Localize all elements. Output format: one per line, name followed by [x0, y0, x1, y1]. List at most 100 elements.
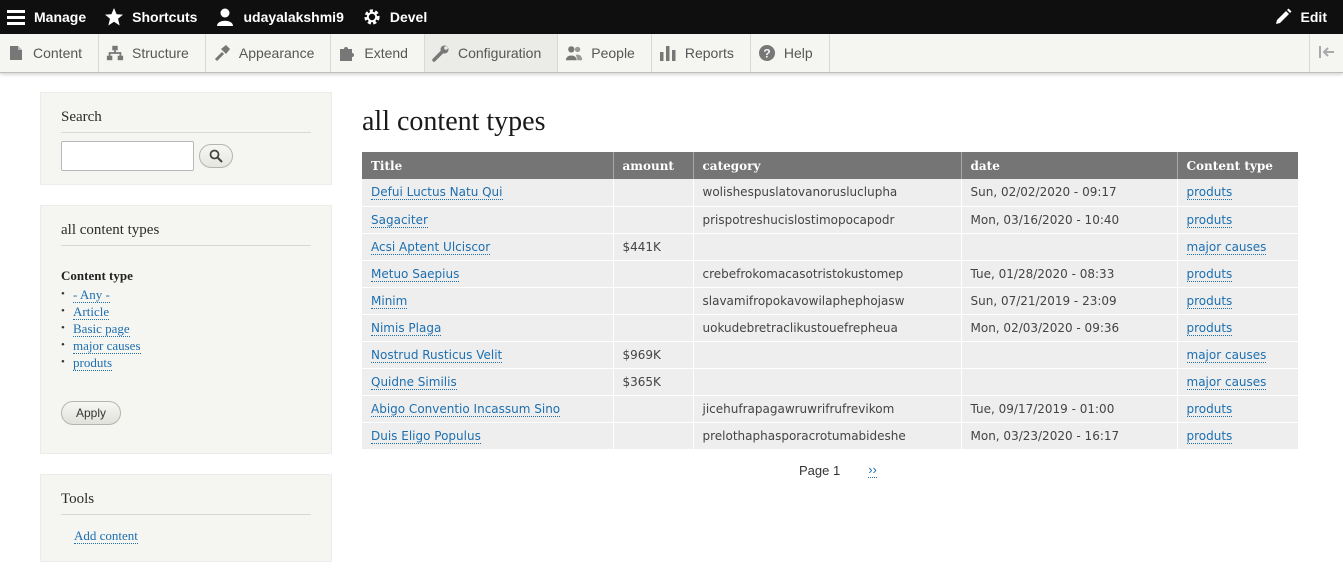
- page-title: all content types: [362, 106, 546, 137]
- table-header-row: Title amount category date Content type: [362, 152, 1298, 179]
- cell-category: [693, 341, 962, 369]
- add-content-link[interactable]: Add content: [74, 528, 138, 544]
- content-type-link[interactable]: produts: [1186, 266, 1233, 282]
- content-type-link[interactable]: produts: [1186, 185, 1233, 201]
- cell-category: slavamifropokavowilaphephojasw: [693, 287, 962, 315]
- title-link[interactable]: Abigo Conventio Incassum Sino: [371, 401, 561, 417]
- filter-option-produts[interactable]: produts: [73, 355, 112, 371]
- search-block: Search: [40, 92, 332, 185]
- pager-current: Page 1: [799, 462, 841, 478]
- shortcuts-label: Shortcuts: [132, 9, 198, 25]
- title-link[interactable]: Nimis Plaga: [371, 320, 442, 336]
- cell-title: Nimis Plaga: [362, 314, 614, 342]
- tray-item-appearance[interactable]: Appearance: [206, 34, 332, 72]
- cell-date-text: Sun, 07/21/2019 - 23:09: [970, 293, 1117, 308]
- devel-button[interactable]: Devel: [356, 0, 439, 34]
- title-link[interactable]: Metuo Saepius: [371, 266, 460, 282]
- column-header-category[interactable]: category: [693, 152, 962, 179]
- cell-category: uokudebretraclikustouefrepheua: [693, 314, 962, 342]
- admin-toolbar: Manage Shortcuts udayalakshmi9 Devel Edi…: [0, 0, 1343, 34]
- title-link[interactable]: Nostrud Rusticus Velit: [371, 347, 503, 363]
- cell-date-text: Tue, 09/17/2019 - 01:00: [970, 401, 1115, 416]
- tray-item-people[interactable]: People: [558, 34, 652, 72]
- bar-chart-icon: [659, 44, 677, 62]
- content-type-link[interactable]: produts: [1186, 401, 1233, 417]
- content-type-link[interactable]: major causes: [1186, 347, 1267, 363]
- title-link[interactable]: Duis Eligo Populus: [371, 428, 481, 444]
- shortcuts-button[interactable]: Shortcuts: [98, 0, 209, 34]
- cell-content-type: produts: [1177, 260, 1298, 288]
- content-type-link[interactable]: major causes: [1186, 239, 1267, 255]
- cell-amount: $969K: [613, 341, 694, 369]
- content-type-link[interactable]: major causes: [1186, 374, 1267, 390]
- title-link[interactable]: Minim: [371, 293, 408, 309]
- cell-date: [961, 341, 1178, 369]
- people-icon: [565, 44, 583, 62]
- title-link[interactable]: Acsi Aptent Ulciscor: [371, 239, 491, 255]
- content-type-link[interactable]: produts: [1186, 293, 1233, 309]
- column-header-title[interactable]: Title: [362, 152, 614, 179]
- column-header-content-type[interactable]: Content type: [1177, 152, 1298, 179]
- cell-amount: [613, 260, 694, 288]
- cell-content-type: produts: [1177, 422, 1298, 450]
- tray-item-label: Extend: [364, 45, 408, 61]
- table-row: Sagaciter prispotreshucislostimopocapodr M…: [362, 206, 1298, 234]
- content-type-link[interactable]: produts: [1186, 428, 1233, 444]
- cell-date-text: Tue, 01/28/2020 - 08:33: [970, 266, 1115, 281]
- cell-content-type: major causes: [1177, 341, 1298, 369]
- cell-amount: [613, 179, 694, 207]
- content-type-link[interactable]: produts: [1186, 320, 1233, 336]
- search-input[interactable]: [61, 141, 194, 171]
- tray-item-help[interactable]: ? Help: [751, 34, 830, 72]
- list-item: major causes: [61, 337, 311, 354]
- filter-option-any[interactable]: - Any -: [73, 287, 110, 303]
- tray-item-extend[interactable]: Extend: [331, 34, 425, 72]
- cell-category: [693, 233, 962, 261]
- apply-button[interactable]: Apply: [61, 401, 121, 425]
- content-type-label: Content type: [61, 268, 133, 283]
- cell-date: Sun, 02/02/2020 - 09:17: [961, 179, 1178, 207]
- brush-icon: [213, 44, 231, 62]
- cell-amount: $365K: [613, 368, 694, 396]
- filter-option-major-causes[interactable]: major causes: [73, 338, 141, 354]
- tools-block: Tools Add content: [40, 474, 332, 562]
- cell-content-type: major causes: [1177, 233, 1298, 261]
- list-item: - Any -: [61, 286, 311, 303]
- pencil-icon: [1273, 7, 1293, 27]
- user-button[interactable]: udayalakshmi9: [209, 0, 355, 34]
- title-link[interactable]: Quidne Similis: [371, 374, 457, 390]
- cell-date-text: Mon, 03/16/2020 - 10:40: [970, 212, 1120, 227]
- cell-title: Abigo Conventio Incassum Sino: [362, 395, 614, 423]
- pager: Page 1 ››: [799, 462, 877, 478]
- filter-option-basic-page[interactable]: Basic page: [73, 321, 130, 337]
- tray-item-content[interactable]: Content: [0, 34, 100, 72]
- cell-date: Tue, 09/17/2019 - 01:00: [961, 395, 1178, 423]
- manage-button[interactable]: Manage: [0, 0, 98, 34]
- search-button[interactable]: [199, 144, 233, 168]
- cell-category-text: prelothaphasporacrotumabideshe: [702, 428, 906, 443]
- sitemap-icon: [106, 44, 124, 62]
- cell-category-text: uokudebretraclikustouefrepheua: [702, 320, 898, 335]
- tray-item-structure[interactable]: Structure: [99, 34, 206, 72]
- svg-text:?: ?: [763, 47, 770, 61]
- column-header-date[interactable]: date: [961, 152, 1178, 179]
- content-type-link[interactable]: produts: [1186, 212, 1233, 228]
- cell-amount-text: $441K: [622, 239, 661, 254]
- edit-button[interactable]: Edit: [1267, 0, 1339, 34]
- manage-label: Manage: [34, 9, 87, 25]
- tray-item-reports[interactable]: Reports: [652, 34, 751, 72]
- cell-date: Mon, 03/23/2020 - 16:17: [961, 422, 1178, 450]
- cell-content-type: major causes: [1177, 368, 1298, 396]
- cell-title: Metuo Saepius: [362, 260, 614, 288]
- file-icon: [7, 44, 25, 62]
- pager-next-link[interactable]: ››: [868, 462, 877, 478]
- cell-amount: [613, 287, 694, 315]
- column-header-amount[interactable]: amount: [613, 152, 694, 179]
- cell-category: [693, 368, 962, 396]
- cell-title: Nostrud Rusticus Velit: [362, 341, 614, 369]
- tray-item-configuration[interactable]: Configuration: [424, 34, 559, 72]
- filter-option-article[interactable]: Article: [73, 304, 110, 320]
- title-link[interactable]: Sagaciter: [371, 212, 428, 228]
- title-link[interactable]: Defui Luctus Natu Qui: [371, 185, 503, 201]
- tray-collapse-button[interactable]: [1309, 34, 1343, 72]
